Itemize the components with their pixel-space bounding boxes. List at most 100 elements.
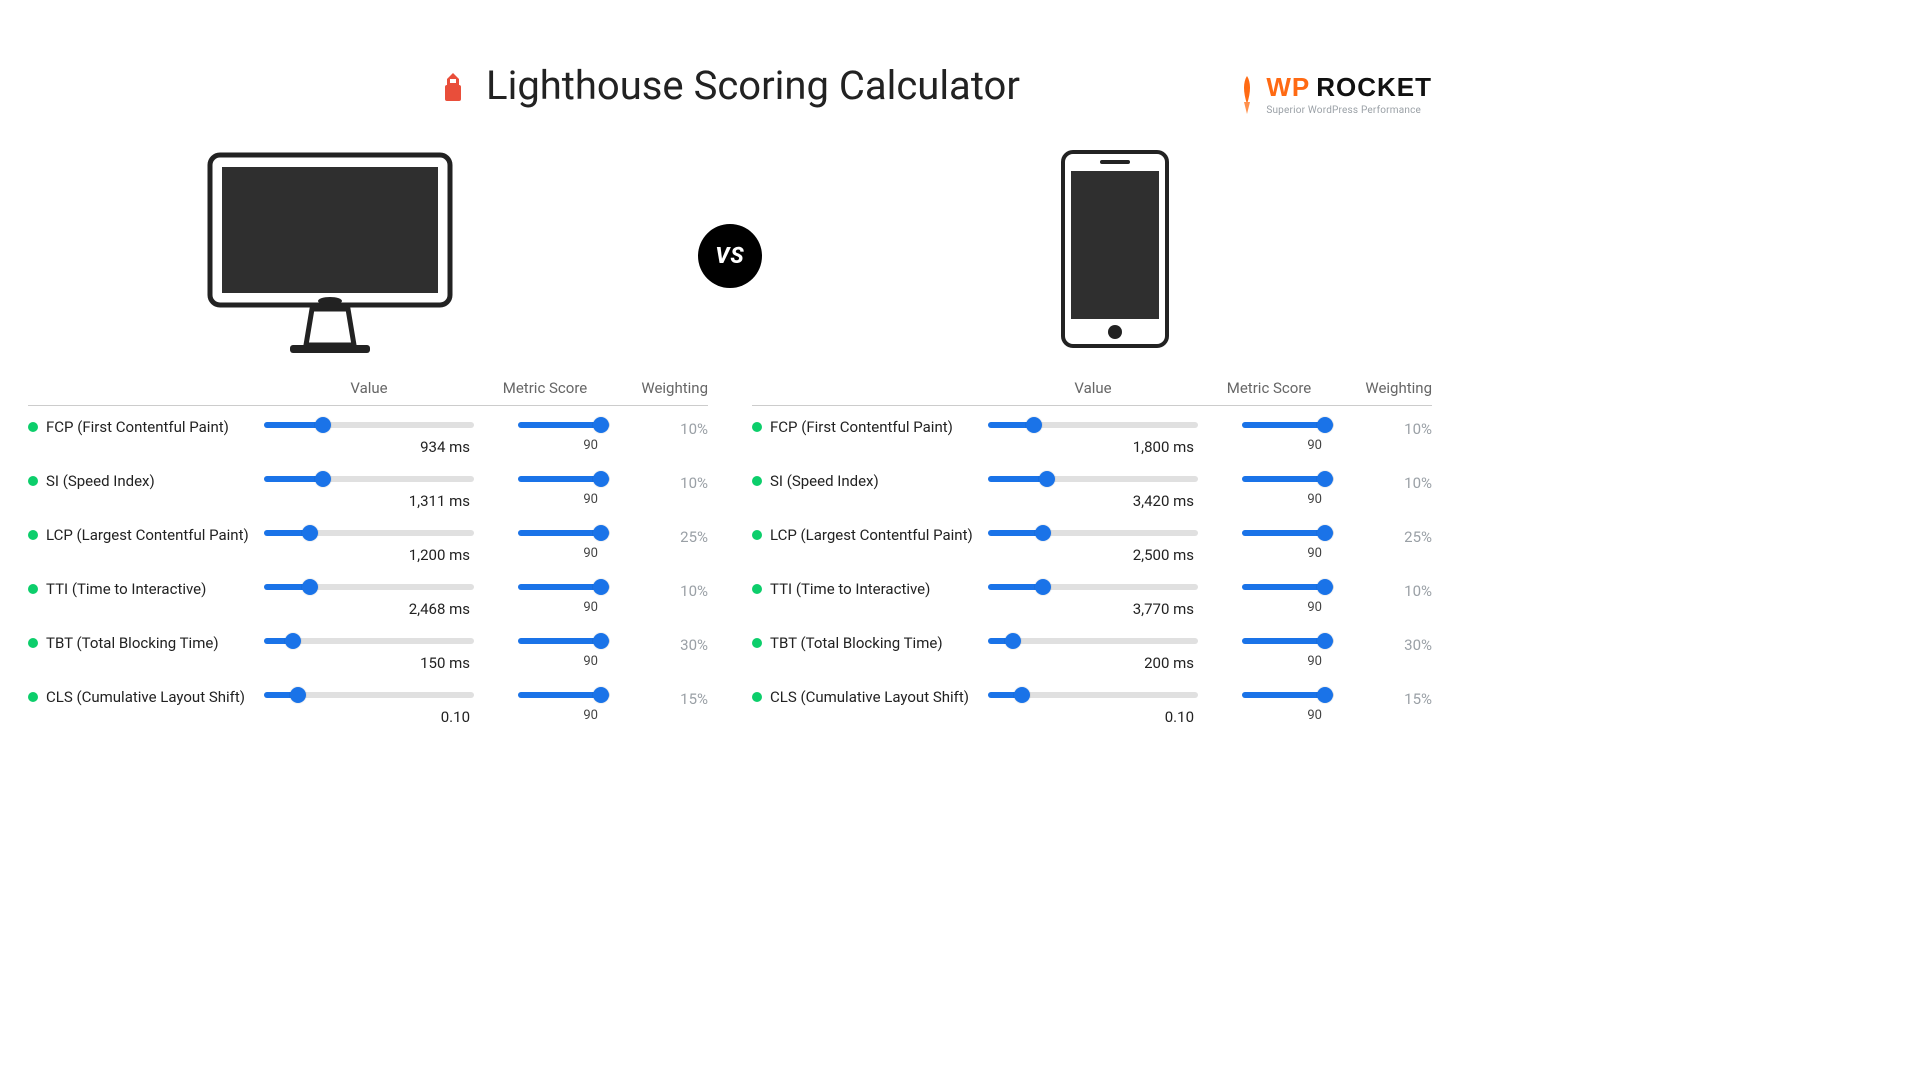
col-weight: Weighting	[616, 379, 708, 397]
metric-name: TTI (Time to Interactive)	[770, 580, 930, 598]
mobile-icon	[1060, 149, 1170, 349]
rocket-icon	[1234, 74, 1260, 114]
metric-score: 90	[1307, 708, 1334, 723]
metric-weight: 30%	[616, 632, 708, 654]
slider[interactable]	[988, 472, 1198, 486]
metric-name: TBT (Total Blocking Time)	[770, 634, 943, 652]
metric-value: 2,468 ms	[409, 600, 474, 618]
brand-wp: WP	[1266, 72, 1310, 103]
metric-weight: 10%	[1340, 470, 1432, 492]
metric-weight: 10%	[616, 470, 708, 492]
metric-weight: 15%	[616, 686, 708, 708]
metric-label: CLS (Cumulative Layout Shift)	[28, 686, 258, 706]
vs-badge: VS	[698, 224, 762, 288]
slider[interactable]	[264, 472, 474, 486]
metric-label: LCP (Largest Contentful Paint)	[28, 524, 258, 544]
col-value: Value	[264, 379, 474, 397]
metric-value: 934 ms	[420, 438, 474, 456]
metric-value: 3,770 ms	[1133, 600, 1198, 618]
table-header: Value Metric Score Weighting	[28, 379, 708, 406]
slider[interactable]	[264, 418, 474, 432]
metric-score: 90	[1307, 654, 1334, 669]
slider[interactable]	[518, 688, 610, 702]
metric-weight: 25%	[616, 524, 708, 546]
metric-name: FCP (First Contentful Paint)	[46, 418, 229, 436]
metric-weight: 25%	[1340, 524, 1432, 546]
slider[interactable]	[518, 418, 610, 432]
metric-score: 90	[1307, 600, 1334, 615]
slider[interactable]	[1242, 472, 1334, 486]
slider[interactable]	[988, 688, 1198, 702]
slider[interactable]	[518, 634, 610, 648]
metric-weight: 10%	[616, 416, 708, 438]
status-dot-icon	[28, 422, 38, 432]
metric-row: TTI (Time to Interactive) 3,770 ms 90 10…	[752, 568, 1432, 622]
metric-score: 90	[583, 492, 610, 507]
slider[interactable]	[1242, 418, 1334, 432]
status-dot-icon	[752, 476, 762, 486]
metric-score: 90	[583, 708, 610, 723]
metric-name: SI (Speed Index)	[46, 472, 155, 490]
metric-label: SI (Speed Index)	[752, 470, 982, 490]
slider[interactable]	[988, 526, 1198, 540]
slider[interactable]	[1242, 580, 1334, 594]
metric-value: 3,420 ms	[1133, 492, 1198, 510]
status-dot-icon	[28, 638, 38, 648]
slider[interactable]	[264, 580, 474, 594]
metric-row: TBT (Total Blocking Time) 150 ms 90 30%	[28, 622, 708, 676]
slider[interactable]	[988, 418, 1198, 432]
desktop-panel: Value Metric Score Weighting FCP (First …	[28, 379, 708, 730]
slider[interactable]	[264, 634, 474, 648]
status-dot-icon	[28, 530, 38, 540]
metric-name: CLS (Cumulative Layout Shift)	[770, 688, 969, 706]
metric-label: TBT (Total Blocking Time)	[28, 632, 258, 652]
slider[interactable]	[988, 634, 1198, 648]
col-score: Metric Score	[1204, 379, 1334, 397]
metric-weight: 15%	[1340, 686, 1432, 708]
slider[interactable]	[264, 526, 474, 540]
brand-tagline: Superior WordPress Performance	[1266, 105, 1432, 116]
lighthouse-icon	[440, 73, 466, 103]
slider[interactable]	[988, 580, 1198, 594]
metric-label: FCP (First Contentful Paint)	[28, 416, 258, 436]
status-dot-icon	[28, 692, 38, 702]
metric-score: 90	[1307, 546, 1334, 561]
metric-row: FCP (First Contentful Paint) 934 ms 90 1…	[28, 406, 708, 460]
slider[interactable]	[518, 472, 610, 486]
metric-row: LCP (Largest Contentful Paint) 1,200 ms …	[28, 514, 708, 568]
metric-row: CLS (Cumulative Layout Shift) 0.10 90 15…	[28, 676, 708, 730]
metric-score: 90	[583, 438, 610, 453]
metric-score: 90	[1307, 438, 1334, 453]
metric-score: 90	[583, 654, 610, 669]
metric-score: 90	[583, 546, 610, 561]
metric-label: SI (Speed Index)	[28, 470, 258, 490]
col-score: Metric Score	[480, 379, 610, 397]
brand-logo: WP ROCKET Superior WordPress Performance	[1234, 72, 1432, 116]
metric-label: FCP (First Contentful Paint)	[752, 416, 982, 436]
slider[interactable]	[264, 688, 474, 702]
table-header: Value Metric Score Weighting	[752, 379, 1432, 406]
status-dot-icon	[28, 584, 38, 594]
metric-row: SI (Speed Index) 3,420 ms 90 10%	[752, 460, 1432, 514]
slider[interactable]	[1242, 688, 1334, 702]
metric-label: TTI (Time to Interactive)	[752, 578, 982, 598]
slider[interactable]	[1242, 634, 1334, 648]
metric-name: LCP (Largest Contentful Paint)	[46, 526, 249, 544]
status-dot-icon	[28, 476, 38, 486]
metric-value: 200 ms	[1144, 654, 1198, 672]
slider[interactable]	[1242, 526, 1334, 540]
page-title-text: Lighthouse Scoring Calculator	[486, 62, 1020, 109]
metric-weight: 10%	[616, 578, 708, 600]
status-dot-icon	[752, 530, 762, 540]
slider[interactable]	[518, 526, 610, 540]
metric-value: 2,500 ms	[1133, 546, 1198, 564]
metric-row: TTI (Time to Interactive) 2,468 ms 90 10…	[28, 568, 708, 622]
slider[interactable]	[518, 580, 610, 594]
metric-row: LCP (Largest Contentful Paint) 2,500 ms …	[752, 514, 1432, 568]
metric-row: FCP (First Contentful Paint) 1,800 ms 90…	[752, 406, 1432, 460]
desktop-icon	[200, 149, 460, 359]
metric-value: 1,200 ms	[409, 546, 474, 564]
metric-value: 150 ms	[420, 654, 474, 672]
col-weight: Weighting	[1340, 379, 1432, 397]
metric-label: CLS (Cumulative Layout Shift)	[752, 686, 982, 706]
